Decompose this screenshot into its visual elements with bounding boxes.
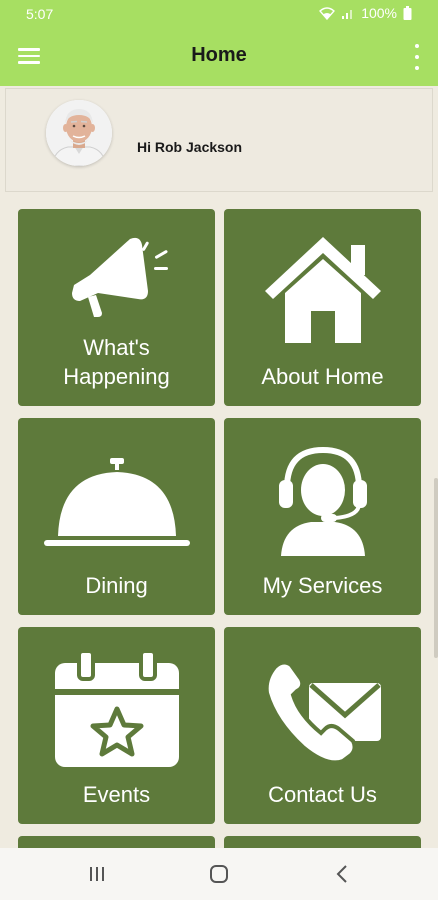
tile-about-home[interactable]: About Home	[224, 209, 421, 406]
page-title: Home	[191, 44, 247, 66]
app-bar: Home	[0, 28, 438, 86]
house-icon	[224, 231, 421, 343]
status-bar: 5:07 100%	[0, 0, 438, 28]
battery-percent: 100%	[361, 5, 397, 21]
more-options-icon[interactable]	[412, 44, 422, 70]
back-nav-icon[interactable]	[327, 862, 357, 886]
wifi-icon	[319, 7, 336, 20]
tile-label-line1: What's	[83, 335, 150, 360]
profile-card: Hi Rob Jackson	[5, 88, 433, 192]
edge-panel-handle[interactable]	[434, 478, 438, 658]
recent-apps-icon[interactable]	[82, 862, 112, 886]
avatar[interactable]	[46, 100, 112, 166]
tile-my-services[interactable]: My Services	[224, 418, 421, 615]
status-time: 5:07	[26, 6, 54, 22]
signal-icon	[342, 10, 353, 19]
headset-person-icon	[224, 444, 421, 556]
home-nav-icon[interactable]	[204, 862, 234, 886]
tile-dining[interactable]: Dining	[18, 418, 215, 615]
battery-icon	[403, 6, 412, 20]
tile-whats-happening[interactable]: What's Happening	[18, 209, 215, 406]
phone-envelope-icon	[224, 657, 421, 765]
greeting-text: Hi Rob Jackson	[137, 139, 243, 155]
system-nav-bar	[0, 848, 438, 900]
megaphone-icon	[18, 231, 215, 321]
tile-label: Events	[82, 782, 151, 807]
tile-label: My Services	[262, 573, 383, 598]
tile-label: About Home	[261, 364, 384, 389]
tile-contact-us[interactable]: Contact Us	[224, 627, 421, 824]
calendar-star-icon	[18, 649, 215, 769]
tile-label: Dining	[85, 573, 148, 598]
tile-label-line2: Happening	[63, 364, 170, 389]
cloche-icon	[18, 456, 215, 556]
status-icons: 100%	[319, 5, 412, 21]
tile-events[interactable]: Events	[18, 627, 215, 824]
tile-label: Contact Us	[268, 782, 377, 807]
